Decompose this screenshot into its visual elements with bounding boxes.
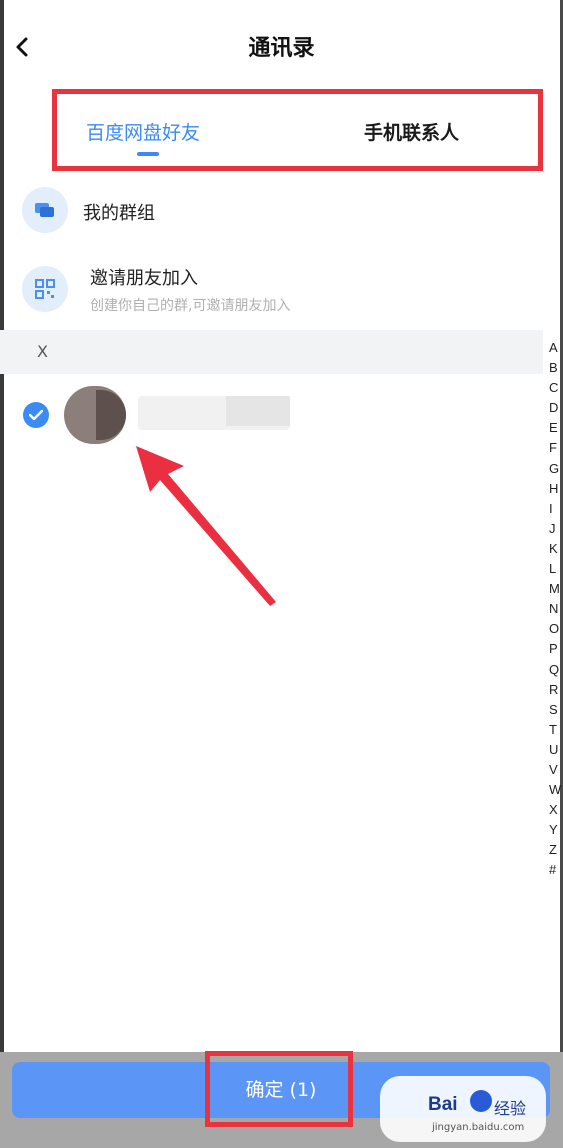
checkmark-icon: [29, 409, 43, 421]
index-letter[interactable]: G: [549, 459, 563, 479]
section-header: X: [0, 330, 543, 374]
index-letter[interactable]: X: [549, 800, 563, 820]
selected-checkbox[interactable]: [23, 402, 49, 428]
index-letter[interactable]: D: [549, 398, 563, 418]
watermark-url: jingyan.baidu.com: [432, 1122, 525, 1133]
my-groups-label: 我的群组: [83, 203, 155, 224]
red-arrow-annotation: [136, 446, 276, 606]
watermark-text: 经验: [494, 1099, 527, 1118]
index-letter[interactable]: U: [549, 740, 563, 760]
index-letter[interactable]: L: [549, 559, 563, 579]
index-letter[interactable]: A: [549, 338, 563, 358]
invite-icon-circle: [22, 266, 68, 312]
index-letter[interactable]: H: [549, 479, 563, 499]
index-letter[interactable]: C: [549, 378, 563, 398]
confirm-highlight-box: [205, 1051, 353, 1127]
index-letter[interactable]: V: [549, 760, 563, 780]
invite-friends-row[interactable]: 邀请朋友加入 创建你自己的群,可邀请朋友加入: [0, 258, 548, 326]
index-letter[interactable]: M: [549, 579, 563, 599]
contact-name-blurred-part: [226, 396, 290, 426]
index-letter[interactable]: W: [549, 780, 563, 800]
index-letter[interactable]: E: [549, 418, 563, 438]
index-letter[interactable]: B: [549, 358, 563, 378]
index-letter[interactable]: P: [549, 639, 563, 659]
section-letter: X: [37, 342, 48, 361]
watermark-logo-text: Bai: [428, 1094, 458, 1115]
index-letter[interactable]: R: [549, 680, 563, 700]
index-letter[interactable]: T: [549, 720, 563, 740]
index-letter[interactable]: F: [549, 438, 563, 458]
page-title: 通讯录: [248, 36, 315, 61]
index-letter[interactable]: S: [549, 700, 563, 720]
active-tab-indicator: [137, 152, 159, 156]
index-letter[interactable]: O: [549, 619, 563, 639]
index-letter[interactable]: I: [549, 499, 563, 519]
index-letter[interactable]: J: [549, 519, 563, 539]
header: 通讯录: [0, 0, 563, 92]
invite-friends-label: 邀请朋友加入: [90, 268, 198, 289]
invite-friends-subtitle: 创建你自己的群,可邀请朋友加入: [90, 298, 291, 314]
tab-phone-contacts[interactable]: 手机联系人: [364, 118, 459, 145]
chat-bubbles-icon: [35, 203, 54, 217]
groups-icon-circle: [22, 187, 68, 233]
index-letter[interactable]: K: [549, 539, 563, 559]
my-groups-row[interactable]: 我的群组: [0, 185, 548, 241]
index-letter[interactable]: N: [549, 599, 563, 619]
paw-icon: [470, 1090, 492, 1112]
qr-code-icon: [35, 279, 55, 299]
index-letter[interactable]: #: [549, 860, 563, 880]
alphabet-index[interactable]: A B C D E F G H I J K L M N O P Q R S T U V W X Y Z #: [549, 338, 563, 881]
index-letter[interactable]: Y: [549, 820, 563, 840]
baidu-jingyan-watermark: Bai 经验 jingyan.baidu.com: [370, 1068, 550, 1144]
left-edge: [0, 0, 4, 1148]
index-letter[interactable]: Z: [549, 840, 563, 860]
tab-baidu-friends[interactable]: 百度网盘好友: [86, 118, 200, 145]
index-letter[interactable]: Q: [549, 660, 563, 680]
